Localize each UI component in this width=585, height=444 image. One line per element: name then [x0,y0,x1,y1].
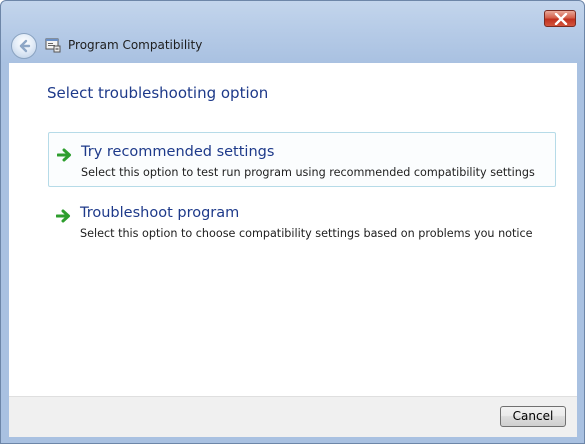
option-troubleshoot-program[interactable]: Troubleshoot program Select this option … [48,194,556,249]
green-arrow-icon [57,148,71,162]
option-title: Try recommended settings [81,144,275,160]
option-try-recommended-settings[interactable]: Try recommended settings Select this opt… [48,132,556,187]
option-description: Select this option to choose compatibili… [80,227,533,240]
option-title: Troubleshoot program [80,205,240,221]
dialog-window: Program Compatibility Select troubleshoo… [0,0,585,444]
green-arrow-icon [56,209,70,223]
cancel-button[interactable]: Cancel [500,406,566,427]
back-arrow-icon [19,39,31,53]
page-heading: Select troubleshooting option [47,84,269,102]
footer-bar: Cancel [9,396,577,437]
content-panel: Select troubleshooting option Try recomm… [9,63,577,396]
back-button[interactable] [11,33,37,59]
program-compatibility-icon [45,38,61,53]
close-icon [554,13,568,25]
option-description: Select this option to test run program u… [81,166,535,179]
window-title: Program Compatibility [68,38,203,52]
close-button[interactable] [544,10,576,27]
